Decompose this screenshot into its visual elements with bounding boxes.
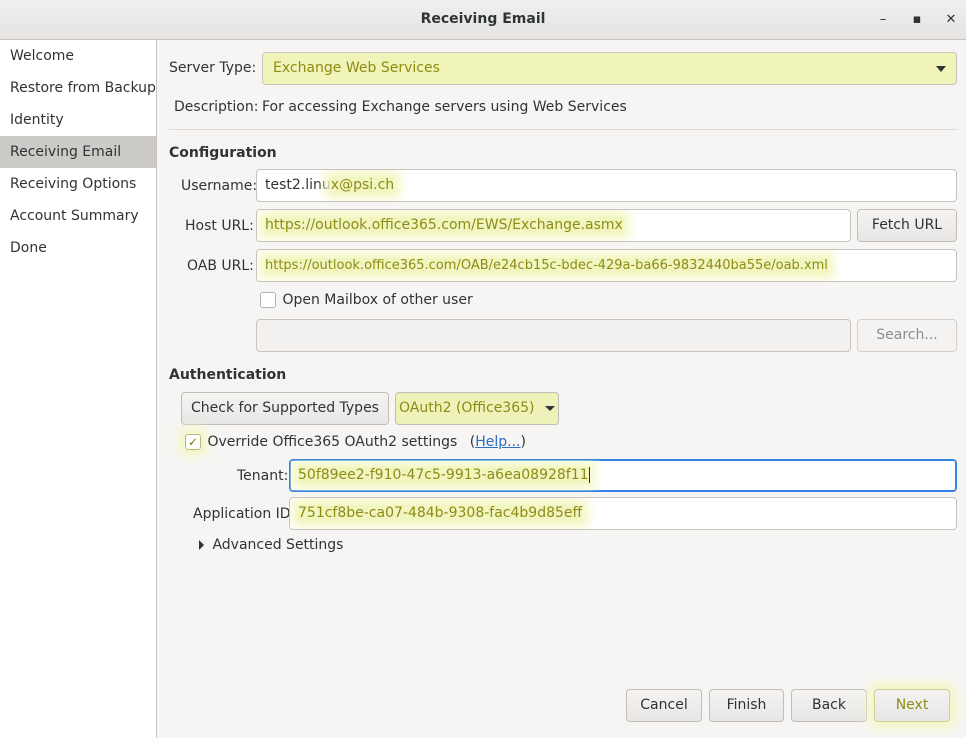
sidebar-item-receiving-options[interactable]: Receiving Options [0, 168, 156, 200]
override-oauth2-option[interactable]: ✓ Override Office365 OAuth2 settings (He… [185, 434, 526, 450]
username-field[interactable]: test2.linux@psi.ch [256, 169, 957, 202]
cancel-button[interactable]: Cancel [626, 689, 702, 722]
mailbox-field[interactable] [256, 319, 851, 352]
maximize-icon[interactable]: ▪ [907, 10, 927, 30]
window-titlebar[interactable]: Receiving Email – ▪ ✕ [0, 0, 966, 40]
sidebar-item-done[interactable]: Done [0, 232, 156, 264]
help-close-paren: ) [520, 434, 526, 450]
oab-url-label: OAB URL: [187, 258, 254, 274]
description-value: For accessing Exchange servers using Web… [262, 99, 627, 115]
assistant-sidebar: Welcome Restore from Backup Identity Rec… [0, 40, 157, 738]
configuration-heading: Configuration [169, 145, 277, 161]
minimize-icon[interactable]: – [873, 10, 893, 30]
check-supported-types-button[interactable]: Check for Supported Types [181, 392, 389, 425]
finish-button[interactable]: Finish [709, 689, 784, 722]
authentication-heading: Authentication [169, 367, 287, 383]
open-mailbox-checkbox[interactable] [260, 292, 276, 308]
application-id-label: Application ID: [193, 506, 296, 522]
next-button[interactable]: Next [874, 689, 950, 722]
auth-method-value: OAuth2 (Office365) [399, 400, 535, 416]
username-label: Username: [181, 178, 258, 194]
sidebar-item-receiving-email[interactable]: Receiving Email [0, 136, 156, 168]
checkmark-icon[interactable]: ✓ [185, 434, 201, 450]
username-prefix: test2.linu [265, 177, 331, 193]
sidebar-item-restore-from-backup[interactable]: Restore from Backup [0, 72, 156, 104]
override-oauth2-label: Override Office365 OAuth2 settings [207, 434, 458, 450]
server-type-dropdown[interactable]: Exchange Web Services [262, 52, 957, 85]
main-content: Server Type: Exchange Web Services Descr… [157, 40, 966, 738]
separator [169, 129, 957, 130]
application-id-value: 751cf8be-ca07-484b-9308-fac4b9d85eff [298, 505, 583, 521]
text-cursor [588, 467, 590, 483]
fetch-url-button[interactable]: Fetch URL [857, 209, 957, 242]
advanced-settings-expander[interactable]: Advanced Settings [199, 537, 343, 553]
oab-url-field[interactable]: https://outlook.office365.com/OAB/e24cb1… [256, 249, 957, 282]
search-button[interactable]: Search... [857, 319, 957, 352]
host-url-value: https://outlook.office365.com/EWS/Exchan… [265, 217, 623, 233]
auth-method-dropdown[interactable]: OAuth2 (Office365) [395, 392, 559, 425]
sidebar-item-account-summary[interactable]: Account Summary [0, 200, 156, 232]
expander-arrow-icon [199, 540, 204, 550]
tenant-label: Tenant: [237, 468, 289, 484]
oab-url-value: https://outlook.office365.com/OAB/e24cb1… [265, 258, 828, 273]
advanced-settings-label: Advanced Settings [212, 537, 344, 553]
tenant-field[interactable]: 50f89ee2-f910-47c5-9913-a6ea08928f11 [289, 459, 957, 492]
open-mailbox-label: Open Mailbox of other user [282, 292, 473, 308]
host-url-label: Host URL: [185, 218, 254, 234]
tenant-value: 50f89ee2-f910-47c5-9913-a6ea08928f11 [298, 467, 589, 483]
description-label: Description: [174, 99, 259, 115]
username-highlight: x@psi.ch [330, 177, 395, 193]
window-title: Receiving Email [420, 11, 546, 27]
server-type-value: Exchange Web Services [273, 60, 440, 76]
close-icon[interactable]: ✕ [941, 10, 961, 30]
chevron-down-icon [544, 405, 555, 411]
help-link[interactable]: Help... [475, 434, 520, 450]
back-button[interactable]: Back [791, 689, 867, 722]
open-mailbox-option[interactable]: Open Mailbox of other user [260, 292, 473, 308]
server-type-label: Server Type: [169, 60, 257, 76]
host-url-field[interactable]: https://outlook.office365.com/EWS/Exchan… [256, 209, 851, 242]
sidebar-item-identity[interactable]: Identity [0, 104, 156, 136]
sidebar-item-welcome[interactable]: Welcome [0, 40, 156, 72]
chevron-down-icon [936, 66, 946, 72]
application-id-field[interactable]: 751cf8be-ca07-484b-9308-fac4b9d85eff [289, 497, 957, 530]
